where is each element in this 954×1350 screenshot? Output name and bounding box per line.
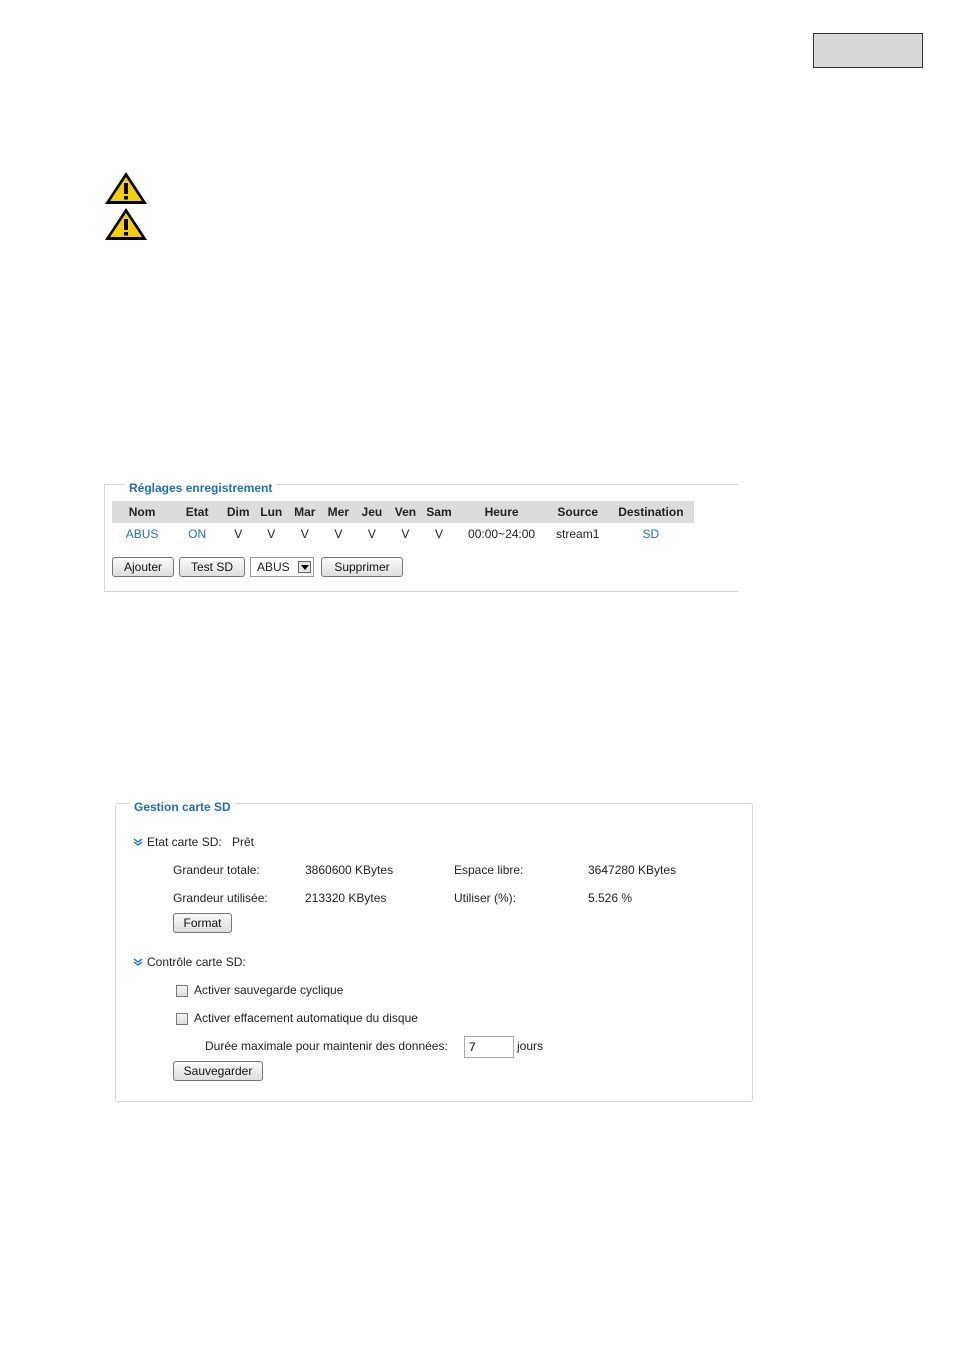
- recording-select[interactable]: ABUS: [250, 557, 314, 577]
- cyclic-save-checkbox[interactable]: [176, 985, 188, 997]
- column-header-mar: Mar: [288, 501, 322, 523]
- chevron-down-icon[interactable]: [298, 561, 311, 573]
- days-label: jours: [517, 1039, 544, 1053]
- column-header-mer: Mer: [321, 501, 356, 523]
- chevron-down-icon[interactable]: [133, 958, 143, 966]
- column-header-source: Source: [547, 501, 608, 523]
- column-header-nom: Nom: [112, 501, 173, 523]
- sd-control-label: Contrôle carte SD:: [147, 955, 246, 969]
- usage-percent-label: Utiliser (%):: [454, 891, 516, 905]
- column-header-heure: Heure: [455, 501, 548, 523]
- column-header-etat: Etat: [172, 501, 223, 523]
- cell-mar: V: [300, 527, 309, 541]
- sd-card-legend: Gestion carte SD: [130, 800, 235, 814]
- table-row: ABUS ON V V V V V V V 00:00~24:00 stream…: [112, 523, 694, 545]
- sd-card-management-panel: Gestion carte SD Etat carte SD: Prêt Gra…: [115, 800, 753, 1102]
- used-size-label: Grandeur utilisée:: [173, 891, 268, 905]
- warning-icon: [105, 208, 147, 240]
- sd-status-label: Etat carte SD:: [147, 835, 222, 849]
- recording-select-value: ABUS: [257, 560, 290, 574]
- column-header-dim: Dim: [222, 501, 255, 523]
- recording-settings-panel: Réglages enregistrement Nom Etat Dim Lun…: [104, 481, 738, 592]
- usage-percent-value: 5.526 %: [588, 891, 633, 905]
- cyclic-save-label: Activer sauvegarde cyclique: [194, 983, 344, 997]
- recording-state-link[interactable]: ON: [172, 523, 222, 545]
- test-sd-button[interactable]: Test SD: [179, 557, 245, 577]
- free-space-label: Espace libre:: [454, 863, 524, 877]
- cell-source: stream1: [556, 527, 600, 541]
- chevron-down-icon[interactable]: [133, 838, 143, 846]
- column-header-jeu: Jeu: [355, 501, 389, 523]
- language-tab-box: [813, 33, 923, 68]
- total-size-value: 3860600 KBytes: [305, 863, 394, 877]
- auto-delete-label: Activer effacement automatique du disque: [194, 1011, 418, 1025]
- destination-link[interactable]: SD: [608, 523, 694, 545]
- table-header-row: Nom Etat Dim Lun Mar Mer Jeu Ven Sam Heu…: [112, 501, 694, 523]
- cell-heure: 00:00~24:00: [468, 527, 536, 541]
- recording-name-link[interactable]: ABUS: [112, 523, 172, 545]
- column-header-destination: Destination: [607, 501, 694, 523]
- recording-settings-legend: Réglages enregistrement: [125, 481, 277, 495]
- free-space-value: 3647280 KBytes: [588, 863, 677, 877]
- used-size-value: 213320 KBytes: [305, 891, 387, 905]
- column-header-lun: Lun: [254, 501, 289, 523]
- cell-sam: V: [434, 527, 443, 541]
- sd-status-value: Prêt: [232, 835, 255, 849]
- column-header-ven: Ven: [388, 501, 423, 523]
- cell-lun: V: [267, 527, 276, 541]
- cell-dim: V: [234, 527, 243, 541]
- cell-jeu: V: [367, 527, 376, 541]
- recording-table: Nom Etat Dim Lun Mar Mer Jeu Ven Sam Heu…: [112, 501, 694, 545]
- max-duration-label: Durée maximale pour maintenir des donnée…: [205, 1039, 448, 1053]
- delete-button[interactable]: Supprimer: [321, 557, 403, 577]
- max-duration-input[interactable]: [464, 1036, 514, 1058]
- save-button[interactable]: Sauvegarder: [173, 1061, 263, 1081]
- column-header-sam: Sam: [422, 501, 456, 523]
- auto-delete-checkbox[interactable]: [176, 1013, 188, 1025]
- cell-ven: V: [401, 527, 410, 541]
- add-button[interactable]: Ajouter: [112, 557, 174, 577]
- total-size-label: Grandeur totale:: [173, 863, 260, 877]
- cell-mer: V: [334, 527, 343, 541]
- warning-icon: [105, 172, 147, 204]
- format-button[interactable]: Format: [173, 913, 232, 933]
